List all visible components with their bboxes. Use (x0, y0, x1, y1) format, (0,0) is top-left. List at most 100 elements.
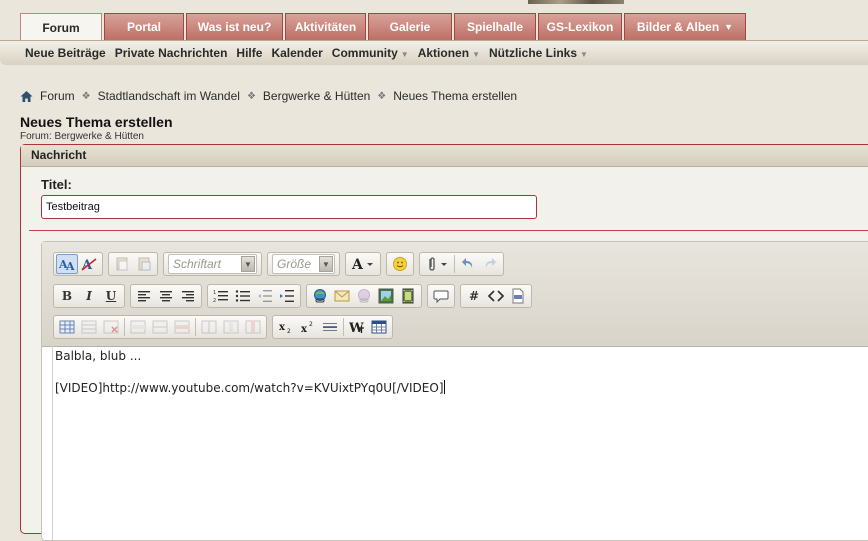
sub-navigation: Neue Beiträge Private Nachrichten Hilfe … (0, 40, 868, 65)
insert-table-icon[interactable] (56, 317, 78, 337)
svg-text:2: 2 (287, 328, 291, 334)
style-group: B I U (53, 284, 125, 308)
title-label: Titel: (41, 177, 72, 192)
indent-icon[interactable] (276, 286, 298, 306)
caret-down-icon: ▼ (724, 22, 734, 32)
php-code-icon[interactable] (507, 286, 529, 306)
tab-gallery[interactable]: Galerie (368, 13, 452, 40)
editor-line: Balbla, blub ... (55, 349, 142, 363)
tab-whats-new[interactable]: Was ist neu? (186, 13, 283, 40)
row-properties-icon[interactable] (127, 317, 149, 337)
italic-icon[interactable]: I (78, 286, 100, 306)
column-properties-icon[interactable] (220, 317, 242, 337)
insert-row-icon[interactable] (149, 317, 171, 337)
wiki-link-icon[interactable]: W (346, 317, 368, 337)
ordered-list-icon[interactable]: 12 (210, 286, 232, 306)
delete-table-icon[interactable] (100, 317, 122, 337)
caret-down-icon: ▼ (472, 50, 480, 59)
insert-email-icon[interactable] (331, 286, 353, 306)
toolbar-separator (124, 318, 125, 336)
calendar-table-icon[interactable] (368, 317, 390, 337)
font-color-icon[interactable]: A (348, 254, 378, 274)
toolbar-row-2: B I U 12 # (53, 283, 537, 309)
undo-icon[interactable] (457, 254, 479, 274)
editor-content-area[interactable]: Balbla, blub ... [VIDEO]http://www.youtu… (52, 346, 868, 540)
dropdown-arrow-icon: ▼ (241, 256, 255, 272)
subnav-useful-links[interactable]: Nützliche Links ▼ (489, 46, 588, 60)
subnav-new-posts[interactable]: Neue Beiträge (25, 46, 106, 60)
quote-group (427, 284, 455, 308)
superscript-icon[interactable]: x2 (297, 317, 319, 337)
subnav-help[interactable]: Hilfe (236, 46, 262, 60)
smiley-icon[interactable] (389, 254, 411, 274)
size-group: Größe ▼ (267, 252, 340, 276)
toolbar-separator (343, 318, 344, 336)
subnav-private-messages[interactable]: Private Nachrichten (115, 46, 228, 60)
code-icon[interactable] (485, 286, 507, 306)
align-right-icon[interactable] (177, 286, 199, 306)
page-subtitle: Forum: Bergwerke & Hütten (20, 131, 144, 142)
tab-pictures-albums[interactable]: Bilder & Alben ▼ (624, 13, 746, 40)
insert-group (306, 284, 422, 308)
align-group (130, 284, 202, 308)
tab-lexicon[interactable]: GS-Lexikon (538, 13, 622, 40)
subnav-actions[interactable]: Aktionen ▼ (418, 46, 480, 60)
insert-image-icon[interactable] (375, 286, 397, 306)
insert-video-icon[interactable] (397, 286, 419, 306)
insert-quote-icon[interactable] (430, 286, 452, 306)
bold-icon[interactable]: B (56, 286, 78, 306)
breadcrumb-urban-landscape[interactable]: Stadtlandschaft im Wandel (98, 89, 240, 103)
message-panel-header: Nachricht (21, 145, 868, 167)
subnav-community[interactable]: Community ▼ (332, 46, 409, 60)
tab-activities[interactable]: Aktivitäten (285, 13, 366, 40)
subscript-icon[interactable]: x2 (275, 317, 297, 337)
remove-link-icon[interactable] (353, 286, 375, 306)
site-logo-fragment (528, 0, 624, 4)
unordered-list-icon[interactable] (232, 286, 254, 306)
home-icon[interactable] (20, 90, 33, 103)
tab-forum[interactable]: Forum (20, 13, 102, 41)
svg-text:A: A (65, 260, 75, 272)
align-center-icon[interactable] (155, 286, 177, 306)
main-tabs: Forum Portal Was ist neu? Aktivitäten Ga… (20, 13, 748, 41)
svg-text:x: x (301, 324, 308, 334)
breadcrumb-forum[interactable]: Forum (40, 89, 75, 103)
underline-icon[interactable]: U (100, 286, 122, 306)
divider (29, 230, 868, 231)
text-editor: AA A Schriftart ▼ Größe ▼ A B I U 1 2 # … (41, 241, 868, 541)
tab-arcade[interactable]: Spielhalle (454, 13, 536, 40)
font-group: Schriftart ▼ (163, 252, 262, 276)
color-group: A (345, 252, 381, 276)
editor-line: [VIDEO]http://www.youtube.com/watch?v=KV… (55, 380, 445, 395)
insert-link-icon[interactable] (309, 286, 331, 306)
wysiwyg-mode-icon[interactable]: AA (56, 254, 78, 274)
tab-portal[interactable]: Portal (104, 13, 184, 40)
insert-column-icon[interactable] (198, 317, 220, 337)
table-properties-icon[interactable] (78, 317, 100, 337)
breadcrumb-separator-icon: ❖ (377, 90, 387, 102)
horizontal-rule-icon[interactable] (319, 317, 341, 337)
toolbar-separator (195, 318, 196, 336)
subnav-calendar[interactable]: Kalender (271, 46, 322, 60)
list-group: 12 (207, 284, 301, 308)
page-title: Neues Thema erstellen (20, 114, 173, 130)
delete-row-icon[interactable] (171, 317, 193, 337)
breadcrumb-separator-icon: ❖ (81, 90, 91, 102)
script-group: x2 x2 W (272, 315, 393, 339)
paste-word-icon[interactable] (133, 254, 155, 274)
table-group (53, 315, 267, 339)
attachment-icon[interactable] (422, 254, 452, 274)
remove-format-icon[interactable]: A (78, 254, 100, 274)
paste-icon[interactable] (111, 254, 133, 274)
outdent-icon[interactable] (254, 286, 276, 306)
title-input[interactable] (41, 195, 537, 219)
delete-column-icon[interactable] (242, 317, 264, 337)
breadcrumb-mines-smelters[interactable]: Bergwerke & Hütten (263, 89, 370, 103)
font-size-select[interactable]: Größe ▼ (272, 254, 335, 274)
toolbar-row-3: x2 x2 W (53, 314, 398, 340)
align-left-icon[interactable] (133, 286, 155, 306)
font-family-select[interactable]: Schriftart ▼ (168, 254, 257, 274)
svg-text:1: 1 (213, 290, 216, 296)
hashtag-icon[interactable]: # (463, 286, 485, 306)
redo-icon[interactable] (479, 254, 501, 274)
